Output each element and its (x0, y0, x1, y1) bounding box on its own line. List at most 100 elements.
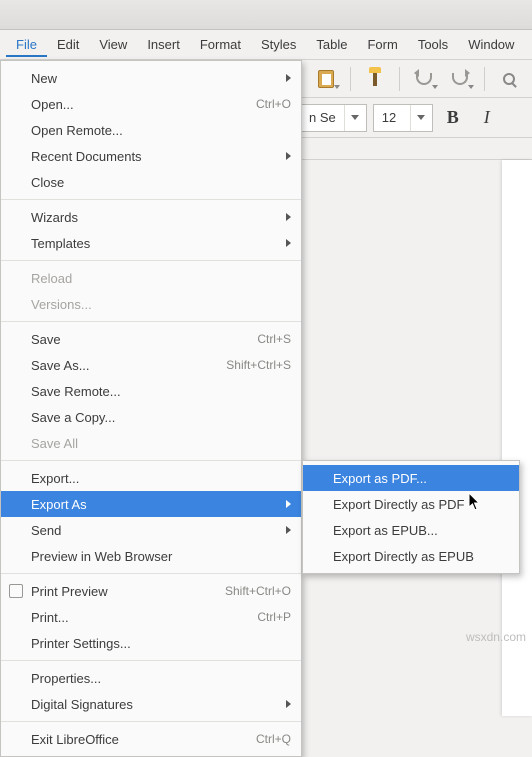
toolbar-separator (484, 67, 485, 91)
menu-insert[interactable]: Insert (137, 32, 190, 57)
file-menu-item[interactable]: Preview in Web Browser (1, 543, 301, 569)
brush-icon (373, 72, 377, 86)
menu-item-accel: Ctrl+P (257, 610, 291, 624)
file-dropdown: New Open...Ctrl+O Open Remote... Recent Doc… (0, 60, 302, 757)
submenu-arrow-icon (286, 239, 291, 247)
submenu-arrow-icon (286, 74, 291, 82)
menu-table[interactable]: Table (306, 32, 357, 57)
file-menu-item[interactable]: Close (1, 169, 301, 195)
export-as-submenu: Export as PDF... Export Directly as PDF Ex… (302, 460, 520, 574)
menu-tools-label: Tools (418, 37, 448, 52)
menu-item-accel: Shift+Ctrl+S (226, 358, 291, 372)
file-menu-item[interactable]: Properties... (1, 665, 301, 691)
export-submenu-item[interactable]: Export as PDF... (303, 465, 519, 491)
find-button[interactable] (493, 65, 525, 93)
font-name-value: n Se (301, 110, 344, 125)
italic-label: I (484, 107, 490, 128)
submenu-item-label: Export Directly as EPUB (333, 549, 509, 564)
menu-tools[interactable]: Tools (408, 32, 458, 57)
file-menu-item[interactable]: Digital Signatures (1, 691, 301, 717)
menu-item-label: Print... (31, 610, 257, 625)
file-menu-item[interactable]: Templates (1, 230, 301, 256)
clipboard-icon (318, 70, 334, 88)
clone-format-button[interactable] (359, 65, 391, 93)
menu-item-label: Save As... (31, 358, 226, 373)
submenu-arrow-icon (286, 500, 291, 508)
menu-bar: File Edit View Insert Format Styles Tabl… (0, 30, 532, 60)
file-menu-item[interactable]: Send (1, 517, 301, 543)
submenu-item-label: Export as EPUB... (333, 523, 509, 538)
file-menu-item[interactable]: Print PreviewShift+Ctrl+O (1, 578, 301, 604)
checkbox-icon (9, 584, 23, 598)
menu-item-accel: Ctrl+O (256, 97, 291, 111)
menu-view-label: View (99, 37, 127, 52)
watermark-text: wsxdn.com (466, 630, 526, 644)
menu-item-label: New (31, 71, 280, 86)
toolbar-separator (399, 67, 400, 91)
file-menu-item[interactable]: Save As...Shift+Ctrl+S (1, 352, 301, 378)
menu-format[interactable]: Format (190, 32, 251, 57)
undo-button[interactable] (408, 65, 440, 93)
file-menu-item[interactable]: New (1, 65, 301, 91)
submenu-arrow-icon (286, 526, 291, 534)
font-size-value: 12 (374, 110, 410, 125)
menu-item-label: Save a Copy... (31, 410, 291, 425)
export-submenu-item[interactable]: Export as EPUB... (303, 517, 519, 543)
menu-item-label: Open Remote... (31, 123, 291, 138)
menu-file[interactable]: File (6, 32, 47, 57)
bold-button[interactable]: B (439, 104, 467, 132)
menu-item-label: Save Remote... (31, 384, 291, 399)
file-menu-item[interactable]: Printer Settings... (1, 630, 301, 656)
export-submenu-item[interactable]: Export Directly as PDF (303, 491, 519, 517)
undo-icon (416, 73, 432, 85)
menu-item-label: Wizards (31, 210, 280, 225)
menu-item-label: Send (31, 523, 280, 538)
menu-edit[interactable]: Edit (47, 32, 89, 57)
menu-item-label: Export As (31, 497, 280, 512)
menu-item-label: Print Preview (31, 584, 225, 599)
paste-button[interactable] (310, 65, 342, 93)
toolbar-separator (350, 67, 351, 91)
file-menu-item[interactable]: Exit LibreOfficeCtrl+Q (1, 726, 301, 752)
menu-item-label: Versions... (31, 297, 291, 312)
menu-divider (1, 321, 301, 322)
chevron-down-icon[interactable] (410, 105, 432, 131)
menu-divider (1, 260, 301, 261)
file-menu-item[interactable]: Export As (1, 491, 301, 517)
chevron-down-icon[interactable] (344, 105, 366, 131)
menu-divider (1, 460, 301, 461)
font-size-combo[interactable]: 12 (373, 104, 433, 132)
menu-form[interactable]: Form (357, 32, 407, 57)
menu-format-label: Format (200, 37, 241, 52)
menu-edit-label: Edit (57, 37, 79, 52)
menu-item-label: Open... (31, 97, 256, 112)
file-menu-item: Versions... (1, 291, 301, 317)
menu-view[interactable]: View (89, 32, 137, 57)
submenu-item-label: Export as PDF... (333, 471, 509, 486)
file-menu-item[interactable]: Recent Documents (1, 143, 301, 169)
menu-window[interactable]: Window (458, 32, 524, 57)
menu-item-label: Close (31, 175, 291, 190)
file-menu-item[interactable]: Wizards (1, 204, 301, 230)
file-menu-item[interactable]: Export... (1, 465, 301, 491)
menu-styles[interactable]: Styles (251, 32, 306, 57)
file-menu-item[interactable]: Open Remote... (1, 117, 301, 143)
file-menu-item[interactable]: SaveCtrl+S (1, 326, 301, 352)
submenu-arrow-icon (286, 152, 291, 160)
menu-form-label: Form (367, 37, 397, 52)
redo-button[interactable] (444, 65, 476, 93)
file-menu-item[interactable]: Print...Ctrl+P (1, 604, 301, 630)
italic-button[interactable]: I (473, 104, 501, 132)
file-menu-item[interactable]: Save Remote... (1, 378, 301, 404)
menu-item-label: Export... (31, 471, 291, 486)
font-name-combo[interactable]: n Se (300, 104, 367, 132)
menu-item-accel: Shift+Ctrl+O (225, 584, 291, 598)
menu-divider (1, 721, 301, 722)
menu-item-label: Recent Documents (31, 149, 280, 164)
menu-styles-label: Styles (261, 37, 296, 52)
menu-item-accel: Ctrl+S (257, 332, 291, 346)
file-menu-item[interactable]: Open...Ctrl+O (1, 91, 301, 117)
file-menu-item[interactable]: Save a Copy... (1, 404, 301, 430)
menu-item-label: Exit LibreOffice (31, 732, 256, 747)
export-submenu-item[interactable]: Export Directly as EPUB (303, 543, 519, 569)
